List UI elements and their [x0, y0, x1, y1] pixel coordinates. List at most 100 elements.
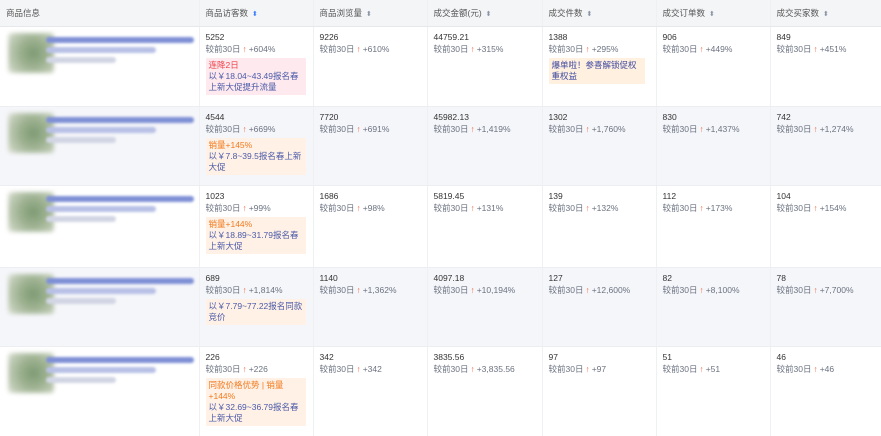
metric-value: 4544: [205, 111, 225, 122]
compare-percent: +610%: [362, 43, 390, 54]
compare-percent: +97: [591, 363, 607, 374]
sort-icon[interactable]: ⬍: [823, 10, 829, 18]
compare-label: 较前30日: [433, 363, 469, 374]
promo-tip-link[interactable]: 以￥32.69~36.79报名春上新大促: [209, 402, 303, 424]
metric-value: 78: [776, 272, 786, 283]
compare-label: 较前30日: [548, 284, 584, 295]
compare-percent: +1,362%: [362, 284, 397, 295]
compare-label: 较前30日: [662, 363, 698, 374]
product-title-blurred[interactable]: [46, 277, 194, 284]
table-row[interactable]: 1023 较前30日 ↑ +99% 销量+144% 以￥18.89~31.79报名春上新大…: [0, 185, 881, 268]
product-title-blurred[interactable]: [46, 116, 194, 123]
promo-tip[interactable]: 连降2日 以￥18.04~43.49报名春上新大促提升流量: [205, 57, 306, 95]
product-subtitle-blurred: [46, 205, 156, 212]
product-info[interactable]: [6, 190, 194, 250]
product-meta-blurred: [46, 297, 116, 304]
metric-cell-views: 7720 较前30日 ↑ +691%: [312, 106, 427, 186]
product-info[interactable]: [6, 111, 194, 171]
compare-percent: +315%: [476, 43, 504, 54]
product-subtitle-blurred: [46, 287, 156, 294]
metric-cell-buyers: 104 较前30日 ↑ +154%: [769, 185, 881, 268]
metric-compare: 较前30日 ↑ +342: [320, 363, 421, 375]
up-arrow-icon: ↑: [699, 363, 704, 374]
product-title-blurred[interactable]: [46, 356, 194, 363]
metric-value: 742: [776, 111, 791, 122]
product-subtitle-blurred: [46, 126, 156, 133]
metric-cell-visitors: 1023 较前30日 ↑ +99% 销量+144% 以￥18.89~31.79报名春上新大…: [198, 185, 313, 268]
promo-tip-link[interactable]: 以￥18.89~31.79报名春上新大促: [209, 230, 303, 252]
product-subtitle-blurred: [46, 366, 156, 373]
compare-label: 较前30日: [776, 284, 812, 295]
metric-cell-orders: 112 较前30日 ↑ +173%: [655, 185, 770, 268]
compare-label: 较前30日: [319, 43, 355, 54]
promo-tip[interactable]: 销量+145% 以￥7.8~39.5报名春上新大促: [205, 137, 306, 175]
product-info-cell[interactable]: [0, 267, 199, 347]
product-info-cell[interactable]: [0, 106, 199, 186]
metric-compare: 较前30日 ↑ +1,274%: [777, 123, 876, 135]
metric-compare: 较前30日 ↑ +226: [206, 363, 307, 375]
metric-compare: 较前30日 ↑ +98%: [320, 202, 421, 214]
up-arrow-icon: ↑: [813, 43, 818, 54]
product-info[interactable]: [6, 31, 194, 91]
product-info-cell[interactable]: [0, 185, 199, 268]
metric-value: 5819.45: [433, 190, 465, 201]
metric-cell-pieces: 139 较前30日 ↑ +132%: [541, 185, 656, 268]
product-title-blurred[interactable]: [46, 36, 194, 43]
col-header-buyers[interactable]: 成交买家数 ⬍: [769, 0, 881, 27]
product-info-cell[interactable]: [0, 346, 199, 436]
table-row[interactable]: 4544 较前30日 ↑ +669% 销量+145% 以￥7.8~39.5报名春上新大促 7…: [0, 106, 881, 186]
up-arrow-icon: ↑: [699, 43, 704, 54]
up-arrow-icon: ↑: [470, 202, 475, 213]
col-header-pieces[interactable]: 成交件数 ⬍: [541, 0, 656, 27]
promo-tip-link[interactable]: 以￥7.79~77.22报名同款竞价: [209, 301, 303, 323]
product-info[interactable]: [6, 272, 194, 332]
metric-value: 4097.18: [433, 272, 465, 283]
sort-icon[interactable]: ⬍: [587, 10, 593, 18]
compare-label: 较前30日: [548, 202, 584, 213]
metric-compare: 较前30日 ↑ +51: [663, 363, 764, 375]
product-info-cell[interactable]: [0, 26, 199, 107]
metric-value: 1388: [548, 31, 568, 42]
col-header-amount[interactable]: 成交金额(元) ⬍: [426, 0, 542, 27]
metric-cell-views: 342 较前30日 ↑ +342: [312, 346, 427, 436]
sort-icon[interactable]: ⬍: [252, 10, 258, 18]
boost-badge[interactable]: 爆单啦！参喜解锁促权重权益: [548, 57, 645, 84]
metric-value: 9226: [319, 31, 339, 42]
up-arrow-icon: ↑: [585, 363, 590, 374]
table-row[interactable]: 5252 较前30日 ↑ +604% 连降2日 以￥18.04~43.49报名春上新大促提…: [0, 26, 881, 107]
sort-icon[interactable]: ⬍: [486, 10, 492, 18]
metric-cell-orders: 51 较前30日 ↑ +51: [655, 346, 770, 436]
product-title-blurred[interactable]: [46, 195, 194, 202]
sort-icon[interactable]: ⬍: [709, 10, 715, 18]
metric-value: 139: [548, 190, 563, 201]
col-header-orders[interactable]: 成交订单数 ⬍: [655, 0, 770, 27]
col-header-visitors[interactable]: 商品访客数 ⬍: [198, 0, 313, 27]
up-arrow-icon: ↑: [242, 202, 247, 213]
metric-value: 46: [776, 351, 786, 362]
up-arrow-icon: ↑: [470, 43, 475, 54]
product-info[interactable]: [6, 351, 194, 411]
promo-tip[interactable]: 同款价格优势 | 销量+144% 以￥32.69~36.79报名春上新大促: [205, 377, 306, 426]
promo-tip-highlight: 销量+144%: [208, 218, 253, 229]
sort-icon[interactable]: ⬍: [366, 10, 372, 18]
compare-percent: +10,194%: [476, 284, 516, 295]
table-row[interactable]: 226 较前30日 ↑ +226 同款价格优势 | 销量+144% 以￥32.69~36.…: [0, 346, 881, 436]
up-arrow-icon: ↑: [585, 43, 590, 54]
col-header-views[interactable]: 商品浏览量 ⬍: [312, 0, 427, 27]
promo-tip[interactable]: 以￥7.79~77.22报名同款竞价: [205, 298, 306, 325]
compare-percent: +51: [705, 363, 721, 374]
compare-percent: +8,100%: [705, 284, 740, 295]
promo-tip-link[interactable]: 以￥18.04~43.49报名春上新大促提升流量: [209, 71, 303, 93]
compare-percent: +451%: [819, 43, 847, 54]
promo-tip[interactable]: 销量+144% 以￥18.89~31.79报名春上新大促: [205, 216, 306, 254]
metric-compare: 较前30日 ↑ +97: [549, 363, 650, 375]
metric-value: 97: [548, 351, 558, 362]
promo-tip-link[interactable]: 以￥7.8~39.5报名春上新大促: [209, 151, 303, 173]
up-arrow-icon: ↑: [470, 363, 475, 374]
compare-label: 较前30日: [205, 123, 241, 134]
table-row[interactable]: 689 较前30日 ↑ +1,814% 以￥7.79~77.22报名同款竞价 1140 较前…: [0, 267, 881, 347]
compare-label: 较前30日: [205, 202, 241, 213]
product-meta-blurred: [46, 136, 116, 143]
promo-tip-highlight: 销量+145%: [208, 139, 253, 150]
col-header-product-info: 商品信息: [0, 0, 199, 27]
